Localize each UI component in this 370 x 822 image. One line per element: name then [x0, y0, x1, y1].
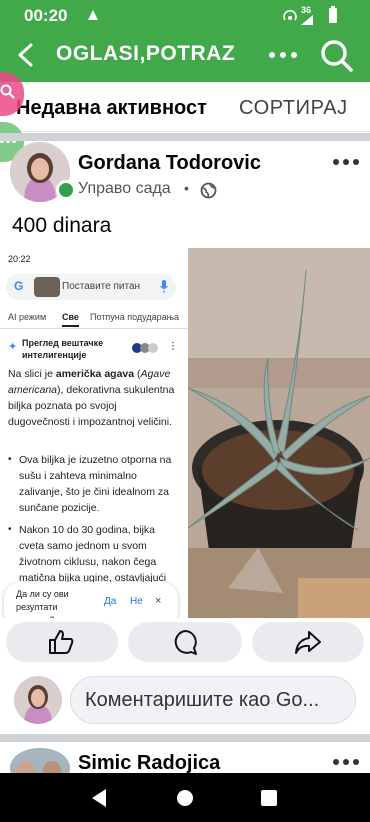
- agave-photo: [188, 248, 370, 618]
- post-time[interactable]: Управо сада: [78, 180, 171, 198]
- online-status-dot: [56, 180, 76, 200]
- status-time: 00:20: [24, 6, 68, 25]
- sparkle-icon: ✦: [8, 341, 18, 353]
- group-title: OGLASI,POTRAZ: [56, 42, 236, 65]
- shot-searchbar: G Поставите питан: [6, 274, 176, 300]
- next-post-author[interactable]: Simic Radojica: [78, 752, 220, 775]
- post-author[interactable]: Gordana Todorovic: [78, 152, 261, 175]
- shot-bullet-dot: •: [8, 454, 12, 465]
- shot-bullet-dot: •: [8, 524, 12, 535]
- signal-icon: [301, 15, 313, 25]
- shot-paragraph-1: Na slici je američka agava (Agave americ…: [8, 368, 175, 428]
- separator-dot: •: [184, 180, 189, 196]
- comment-input[interactable]: Коментаришите као Go...: [70, 676, 356, 724]
- shot-divider: [0, 328, 188, 329]
- shot-tab-exact: Потпуна подударања: [90, 312, 179, 322]
- commenter-avatar: [14, 676, 62, 724]
- shot-thumbnail: [34, 277, 60, 297]
- recent-activity-title: Недавна активност: [16, 97, 207, 119]
- share-icon: [295, 631, 321, 654]
- status-bar: 00:20 36: [0, 0, 370, 32]
- shot-search-placeholder: Поставите питан: [62, 281, 141, 292]
- back-arrow-icon[interactable]: [14, 42, 40, 68]
- app-bar: OGLASI,POTRAZ: [0, 32, 370, 82]
- shot-close-icon: ×: [155, 595, 162, 607]
- section-divider: [0, 133, 370, 141]
- more-icon[interactable]: [268, 50, 298, 60]
- battery-icon: [329, 6, 337, 23]
- shot-feedback-yes: Да: [104, 596, 117, 607]
- activity-header: Недавна активност СОРТИРАЈ: [0, 82, 370, 132]
- sort-button[interactable]: СОРТИРАЈ: [239, 97, 348, 120]
- google-logo-icon: G: [14, 279, 24, 293]
- shot-feedback-question: Да ли су ови резултати корисни?: [16, 589, 69, 618]
- globe-icon: [200, 182, 217, 199]
- search-icon[interactable]: [318, 37, 356, 75]
- shot-tab-all: Све: [62, 312, 79, 327]
- post-image-photo[interactable]: [188, 248, 370, 618]
- mic-icon: [160, 280, 168, 293]
- post-more-icon[interactable]: [332, 158, 360, 166]
- next-post-more-icon[interactable]: [332, 758, 360, 766]
- system-nav-bar: [0, 773, 370, 822]
- commenter-avatar-image: [14, 676, 62, 724]
- hotspot-icon: [283, 9, 297, 21]
- shot-bullet-1: Ova biljka je izuzetno otporna na sušu i…: [19, 454, 172, 514]
- comment-icon: [174, 630, 197, 655]
- share-button[interactable]: [252, 622, 364, 662]
- comment-placeholder: Коментаришите као Go...: [85, 689, 320, 711]
- shot-feedback-card: Да ли су ови резултати корисни? Да Не ×: [4, 582, 178, 618]
- nav-home-icon[interactable]: [176, 789, 194, 807]
- shot-source-icons: [132, 343, 158, 353]
- shot-time: 20:22: [8, 254, 31, 264]
- shot-tab-ai: AI режим: [8, 312, 47, 322]
- search-icon: [0, 84, 15, 99]
- nav-back-icon[interactable]: [90, 788, 108, 808]
- comment-button[interactable]: [128, 622, 242, 662]
- post-divider: [0, 734, 370, 742]
- like-icon: [49, 630, 74, 654]
- notification-icon: [88, 10, 98, 20]
- post-body: 400 dinara: [12, 214, 112, 237]
- shot-bullet-2: Nakon 10 do 30 godina, bijka cveta samo …: [19, 524, 167, 584]
- shot-feedback-no: Не: [130, 596, 143, 607]
- nav-recents-icon[interactable]: [260, 789, 278, 807]
- shot-ai-overview-title: Преглед вештачке интелигенције: [22, 338, 104, 360]
- post-image-screenshot[interactable]: 20:22 G Поставите питан AI режим Све Пот…: [0, 248, 188, 618]
- like-button[interactable]: [6, 622, 118, 662]
- shot-more-icon: ⋮: [168, 341, 178, 352]
